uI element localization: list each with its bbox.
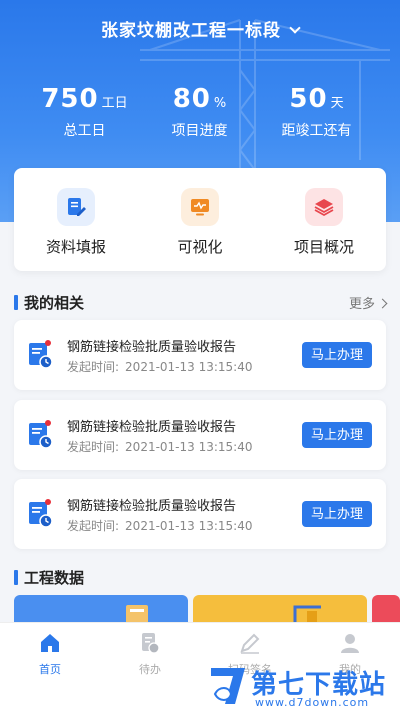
engineering-tile-yellow[interactable] bbox=[193, 595, 367, 625]
task-time-label: 发起时间: bbox=[67, 440, 120, 454]
engineering-tile-red[interactable] bbox=[372, 595, 400, 625]
section-engineering-data: 工程数据 bbox=[14, 567, 386, 587]
home-icon bbox=[41, 634, 59, 652]
stat-value: 50 bbox=[289, 84, 328, 114]
task-name: 钢筋链接检验批质量验收报告 bbox=[67, 420, 237, 435]
stat-value: 80 bbox=[172, 84, 211, 114]
document-clock-icon bbox=[29, 420, 53, 449]
watermark-url: www.d7down.com bbox=[255, 696, 370, 709]
task-time-label: 发起时间: bbox=[67, 360, 120, 374]
nav-label: 待办 bbox=[139, 663, 161, 676]
nav-home[interactable]: 首页 bbox=[0, 631, 100, 677]
stat-days-to-completion: 50 天 距竣工还有 bbox=[250, 84, 383, 140]
stat-unit: % bbox=[213, 96, 227, 111]
user-icon bbox=[341, 634, 359, 653]
stat-label: 总工日 bbox=[63, 123, 106, 139]
document-clock-icon bbox=[29, 499, 53, 528]
section-title: 工程数据 bbox=[24, 569, 85, 587]
document-clock-icon bbox=[29, 340, 53, 369]
quick-actions-card: 资料填报 可视化 项目概况 bbox=[14, 168, 386, 271]
edit-document-icon bbox=[57, 188, 95, 226]
project-title: 张家坟棚改工程一标段 bbox=[101, 21, 281, 41]
stat-project-progress: 80% 项目进度 bbox=[133, 84, 266, 140]
nav-todo[interactable]: 待办 bbox=[100, 631, 200, 677]
stat-value: 750 bbox=[41, 84, 99, 114]
layers-icon bbox=[305, 188, 343, 226]
quick-action-project-overview[interactable]: 项目概况 bbox=[262, 188, 386, 257]
brand-logo-icon bbox=[211, 668, 245, 704]
handle-now-button[interactable]: 马上办理 bbox=[302, 501, 372, 527]
task-time-label: 发起时间: bbox=[67, 519, 120, 533]
task-card[interactable]: 钢筋链接检验批质量验收报告 发起时间: 2021-01-13 13:15:40 马… bbox=[14, 320, 386, 390]
task-time: 发起时间: 2021-01-13 13:15:40 bbox=[67, 438, 253, 455]
task-name: 钢筋链接检验批质量验收报告 bbox=[67, 499, 237, 514]
engineering-tile-blue[interactable] bbox=[14, 595, 188, 625]
handle-now-button[interactable]: 马上办理 bbox=[302, 342, 372, 368]
section-title: 我的相关 bbox=[24, 294, 85, 312]
handle-now-button[interactable]: 马上办理 bbox=[302, 422, 372, 448]
section-accent-bar bbox=[14, 295, 18, 310]
quick-action-label: 资料填报 bbox=[45, 238, 106, 256]
stat-unit: 天 bbox=[330, 96, 344, 111]
chevron-down-icon bbox=[289, 22, 301, 34]
more-link[interactable]: 更多 bbox=[348, 293, 388, 312]
stat-total-workdays: 750 工日 总工日 bbox=[18, 84, 151, 140]
task-time: 发起时间: 2021-01-13 13:15:40 bbox=[67, 358, 253, 375]
quick-action-label: 项目概况 bbox=[293, 238, 354, 256]
monitor-icon bbox=[181, 188, 219, 226]
todo-icon bbox=[142, 633, 160, 654]
task-name: 钢筋链接检验批质量验收报告 bbox=[67, 340, 237, 355]
stat-unit: 工日 bbox=[101, 96, 128, 111]
quick-action-label: 可视化 bbox=[177, 238, 223, 256]
project-selector[interactable]: 张家坟棚改工程一标段 bbox=[0, 16, 400, 41]
task-card[interactable]: 钢筋链接检验批质量验收报告 发起时间: 2021-01-13 13:15:40 马… bbox=[14, 479, 386, 549]
task-time-value: 2021-01-13 13:15:40 bbox=[125, 519, 253, 533]
chevron-right-icon bbox=[377, 298, 388, 309]
signature-icon bbox=[240, 633, 260, 654]
task-time-value: 2021-01-13 13:15:40 bbox=[125, 440, 253, 454]
watermark: 第七下载站 www.d7down.com bbox=[207, 662, 397, 710]
stat-label: 距竣工还有 bbox=[281, 123, 352, 139]
quick-action-data-entry[interactable]: 资料填报 bbox=[14, 188, 138, 257]
stat-label: 项目进度 bbox=[171, 123, 228, 139]
section-my-related: 我的相关 更多 bbox=[14, 292, 388, 312]
task-time-value: 2021-01-13 13:15:40 bbox=[125, 360, 253, 374]
task-time: 发起时间: 2021-01-13 13:15:40 bbox=[67, 517, 253, 534]
section-accent-bar bbox=[14, 570, 18, 585]
more-label: 更多 bbox=[348, 297, 375, 312]
task-card[interactable]: 钢筋链接检验批质量验收报告 发起时间: 2021-01-13 13:15:40 马… bbox=[14, 400, 386, 470]
nav-label: 首页 bbox=[39, 663, 61, 676]
quick-action-visualization[interactable]: 可视化 bbox=[138, 188, 262, 257]
